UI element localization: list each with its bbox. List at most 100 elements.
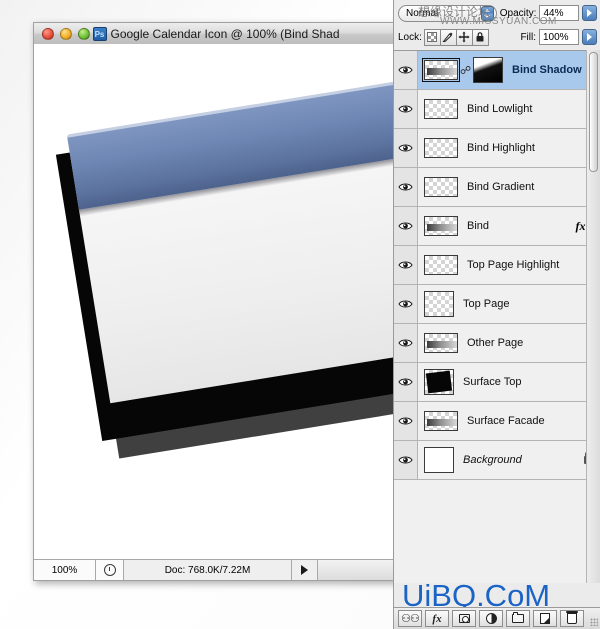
layer-row[interactable]: ☍ Bind Shadow: [394, 51, 600, 90]
layer-row[interactable]: Bind Lowlight: [394, 90, 600, 129]
new-adjustment-layer-button[interactable]: [479, 610, 503, 627]
minimize-button[interactable]: [60, 27, 72, 40]
delete-layer-button[interactable]: [560, 610, 584, 627]
layer-thumbnails: [418, 411, 458, 431]
document-title: Google Calendar Icon @ 100% (Bind Shad: [110, 26, 340, 41]
document-status-bar[interactable]: 100% Doc: 768.0K/7.22M: [34, 559, 398, 580]
canvas-area[interactable]: [34, 44, 398, 558]
layers-panel[interactable]: Normal Opacity: 44% Lock: Fill: 100% ☍ B…: [393, 0, 600, 629]
layer-thumbnail[interactable]: [424, 333, 458, 353]
layer-name[interactable]: Bind Highlight: [458, 142, 600, 154]
layer-row[interactable]: Background: [394, 441, 600, 480]
layer-name[interactable]: Bind Lowlight: [458, 103, 600, 115]
zoom-level-field[interactable]: 100%: [34, 560, 96, 580]
layer-thumbnail[interactable]: [424, 177, 458, 197]
lock-label: Lock:: [398, 31, 422, 43]
eye-icon: [398, 377, 413, 387]
lock-transparency-button[interactable]: [423, 28, 441, 46]
eye-icon: [398, 416, 413, 426]
layer-thumbnails: [418, 291, 454, 317]
resize-grip[interactable]: [590, 618, 598, 626]
fill-input[interactable]: 100%: [539, 29, 579, 45]
eye-icon: [398, 261, 413, 269]
layer-visibility-toggle[interactable]: [394, 363, 418, 401]
layer-thumbnails: [418, 447, 454, 473]
trash-icon: [566, 611, 578, 624]
layer-row[interactable]: Other Page: [394, 324, 600, 363]
layer-name[interactable]: Surface Facade: [458, 415, 600, 427]
layer-visibility-toggle[interactable]: [394, 285, 418, 323]
layer-row[interactable]: Surface Top: [394, 363, 600, 402]
canvas-surface[interactable]: [35, 45, 397, 557]
layer-row[interactable]: Top Page: [394, 285, 600, 324]
lock-position-button[interactable]: [455, 28, 473, 46]
link-icon[interactable]: ☍: [460, 62, 471, 78]
document-window[interactable]: Ps Google Calendar Icon @ 100% (Bind Sha…: [33, 22, 399, 581]
layer-thumbnail[interactable]: [424, 369, 454, 395]
layer-thumbnail[interactable]: [424, 99, 458, 119]
layer-name[interactable]: Bind: [458, 220, 571, 232]
layer-visibility-toggle[interactable]: [394, 246, 418, 284]
layer-visibility-toggle[interactable]: [394, 129, 418, 167]
layer-style-button[interactable]: fx: [425, 610, 449, 627]
lock-row[interactable]: Lock: Fill: 100%: [394, 26, 600, 48]
layer-visibility-toggle[interactable]: [394, 51, 418, 89]
layer-thumbnail[interactable]: [424, 255, 458, 275]
add-layer-mask-button[interactable]: [452, 610, 476, 627]
clock-icon[interactable]: [96, 560, 124, 580]
layer-row[interactable]: Surface Facade: [394, 402, 600, 441]
scrollbar-thumb[interactable]: [589, 52, 598, 172]
layer-thumbnail[interactable]: [424, 216, 458, 236]
zoom-button[interactable]: [78, 27, 90, 40]
layer-row[interactable]: Bind Highlight: [394, 129, 600, 168]
mask-icon: [458, 614, 470, 623]
window-titlebar[interactable]: Ps Google Calendar Icon @ 100% (Bind Sha…: [34, 23, 398, 45]
eye-icon: [398, 65, 413, 75]
layer-name[interactable]: Background: [454, 454, 575, 466]
layer-row[interactable]: Top Page Highlight: [394, 246, 600, 285]
layer-visibility-toggle[interactable]: [394, 324, 418, 362]
eye-icon: [398, 183, 413, 191]
layer-visibility-toggle[interactable]: [394, 90, 418, 128]
layer-name[interactable]: Other Page: [458, 337, 600, 349]
link-layers-button[interactable]: ⚇⚇: [398, 610, 422, 627]
lock-button-group[interactable]: [423, 28, 489, 46]
close-button[interactable]: [42, 27, 54, 40]
calendar-icon-artwork: [53, 70, 397, 459]
layer-thumbnail[interactable]: [424, 447, 454, 473]
layer-name[interactable]: Surface Top: [454, 376, 600, 388]
layer-visibility-toggle[interactable]: [394, 168, 418, 206]
window-controls[interactable]: [42, 27, 90, 40]
eye-icon: [398, 143, 413, 153]
lock-all-button[interactable]: [471, 28, 489, 46]
layer-name[interactable]: Top Page Highlight: [458, 259, 600, 271]
layer-row[interactable]: Bind fx: [394, 207, 600, 246]
eye-icon: [398, 339, 413, 347]
status-bar-filler: [318, 560, 398, 580]
layer-thumbnail[interactable]: [422, 58, 460, 82]
eye-icon: [398, 300, 413, 308]
adjustment-icon: [485, 613, 497, 624]
layer-mask-thumbnail[interactable]: [473, 57, 503, 83]
eye-icon: [398, 338, 413, 348]
layer-thumbnail[interactable]: [424, 138, 458, 158]
layer-name[interactable]: Top Page: [454, 298, 600, 310]
layer-row[interactable]: Bind Gradient: [394, 168, 600, 207]
status-menu-button[interactable]: [292, 560, 318, 580]
layer-thumbnail[interactable]: [424, 291, 454, 317]
opacity-slider-button[interactable]: [582, 5, 597, 21]
thumbnail-content: [427, 341, 457, 348]
layer-name[interactable]: Bind Gradient: [458, 181, 600, 193]
layer-thumbnail[interactable]: [424, 411, 458, 431]
new-group-button[interactable]: [506, 610, 530, 627]
lock-image-button[interactable]: [439, 28, 457, 46]
layers-panel-toolbar[interactable]: ⚇⚇ fx: [394, 607, 600, 629]
fill-slider-button[interactable]: [582, 29, 597, 45]
layer-list-scrollbar[interactable]: [586, 50, 600, 583]
new-layer-button[interactable]: [533, 610, 557, 627]
layer-visibility-toggle[interactable]: [394, 441, 418, 479]
layer-visibility-toggle[interactable]: [394, 402, 418, 440]
layer-visibility-toggle[interactable]: [394, 207, 418, 245]
layer-list[interactable]: ☍ Bind Shadow Bind Lowlight Bind Highlight B…: [394, 50, 600, 583]
eye-icon: [398, 144, 413, 152]
